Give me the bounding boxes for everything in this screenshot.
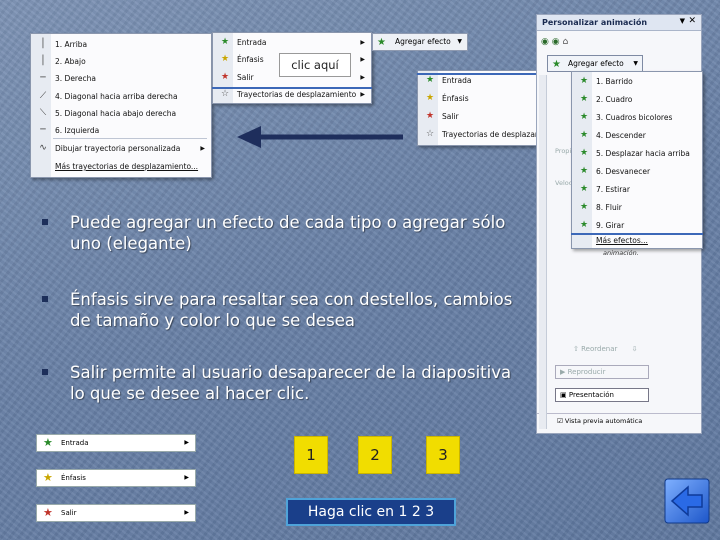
forward-icon[interactable]: ◉ <box>552 37 560 47</box>
motion-path-menu: │ 1. Arriba │ 2. Abajo ─ 3. Derecha ⟋ 4. Dia… <box>30 33 212 178</box>
exit-star-icon: ★ <box>425 111 435 121</box>
pane-divider <box>537 413 701 414</box>
path-star-icon: ☆ <box>425 129 435 139</box>
green-star-icon: ★ <box>579 148 589 158</box>
slideshow-button[interactable]: ▣ Presentación <box>555 388 649 402</box>
arrow-down-icon[interactable]: ⇩ <box>632 345 638 353</box>
submenu-arrow-icon: ▶ <box>200 145 205 152</box>
submenu-arrow-icon: ▶ <box>184 474 189 481</box>
arrow-up-icon[interactable]: ⇧ <box>573 345 579 353</box>
add-effect-dropdown-top[interactable]: ★ Agregar efecto ▼ <box>372 33 468 51</box>
line-horizontal-icon: ─ <box>40 73 46 83</box>
play-label: Reproducir <box>567 368 606 376</box>
add-effect-icon: ★ <box>377 37 386 48</box>
mini-row-emphasis[interactable]: ★ Énfasis ▶ <box>36 469 196 487</box>
play-button[interactable]: ▶ Reproducir <box>555 365 649 379</box>
mini-row-label: Énfasis <box>61 474 86 482</box>
reorder-label: Reordenar <box>581 345 618 353</box>
freeform-path-icon: ∿ <box>39 143 47 153</box>
slideshow-icon: ▣ <box>560 391 567 399</box>
emphasis-star-icon: ★ <box>43 471 53 484</box>
step-button-3[interactable]: 3 <box>426 436 460 474</box>
reorder-control[interactable]: ⇧ Reordenar ⇩ <box>573 345 665 353</box>
green-star-icon: ★ <box>579 202 589 212</box>
green-star-icon: ★ <box>579 220 589 230</box>
line-diagonal-icon: ⟍ <box>39 108 47 118</box>
green-star-icon: ★ <box>579 112 589 122</box>
emphasis-star-icon: ★ <box>220 54 230 64</box>
mini-row-exit[interactable]: ★ Salir ▶ <box>36 504 196 522</box>
mini-row-entrance[interactable]: ★ Entrada ▶ <box>36 434 196 452</box>
entrance-star-icon: ★ <box>43 436 53 449</box>
line-horizontal-icon: ─ <box>40 125 46 135</box>
entrance-star-icon: ★ <box>220 37 230 47</box>
pane-scrollbar[interactable] <box>539 75 547 429</box>
entrance-effects-submenu: ★ 1. Barrido ★ 2. Cuadro ★ 3. Cuadros bicol… <box>571 71 703 249</box>
back-icon[interactable]: ◉ <box>541 37 549 47</box>
checkbox-icon[interactable]: ☑ <box>557 417 563 425</box>
play-icon: ▶ <box>560 368 566 376</box>
auto-preview-checkbox[interactable]: ☑ Vista previa automática <box>557 417 642 425</box>
step-button-1[interactable]: 1 <box>294 436 328 474</box>
click-here-overlay: clic aquí <box>279 53 351 77</box>
submenu-arrow-icon: ▶ <box>360 74 365 81</box>
green-star-icon: ★ <box>579 94 589 104</box>
submenu-arrow-icon: ▶ <box>184 509 189 516</box>
exit-star-icon: ★ <box>220 72 230 82</box>
slideshow-label: Presentación <box>568 391 614 399</box>
effect-type-menu: ★ Entrada ▶ ★ Énfasis ▶ ★ Salir ▶ ☆ Trayectoria… <box>212 32 372 104</box>
green-star-icon: ★ <box>579 166 589 176</box>
bullet-text-1: Puede agregar un efecto de cada tipo o a… <box>70 213 506 253</box>
add-effect-button[interactable]: ★ Agregar efecto ▼ <box>547 55 643 72</box>
bullet-marker <box>42 369 48 375</box>
pane-title: Personalizar animación <box>537 15 701 31</box>
close-icon[interactable]: ✕ <box>688 16 696 26</box>
green-star-icon: ★ <box>579 130 589 140</box>
bullet-text-3: Salir permite al usuario desaparecer de … <box>70 363 512 403</box>
line-diagonal-icon: ⟋ <box>39 91 47 101</box>
step-button-2[interactable]: 2 <box>358 436 392 474</box>
submenu-arrow-icon: ▶ <box>360 56 365 63</box>
arrow-left-icon <box>237 126 403 148</box>
bullet-text-2: Énfasis sirve para resaltar sea con dest… <box>70 290 513 330</box>
path-star-icon: ☆ <box>220 89 230 99</box>
bullet-marker <box>42 296 48 302</box>
entrance-star-icon: ★ <box>425 75 435 85</box>
emphasis-star-icon: ★ <box>425 93 435 103</box>
auto-preview-label: Vista previa automática <box>564 417 643 425</box>
submenu-arrow-icon: ▶ <box>184 439 189 446</box>
add-effect-icon: ★ <box>552 59 561 70</box>
home-icon[interactable]: ⌂ <box>562 37 568 47</box>
exit-star-icon: ★ <box>43 506 53 519</box>
pane-menu-arrow-icon[interactable]: ▼ <box>680 17 685 25</box>
line-vertical-icon: │ <box>40 56 46 66</box>
pane-nav-bar: ◉ ◉ ⌂ <box>541 35 697 49</box>
mini-row-label: Entrada <box>61 439 89 447</box>
nav-back-button[interactable] <box>664 478 710 524</box>
green-star-icon: ★ <box>579 184 589 194</box>
bullet-marker <box>42 219 48 225</box>
green-star-icon: ★ <box>579 76 589 86</box>
pane-hint-text: animación. <box>603 249 639 257</box>
click-caption: Haga clic en 1 2 3 <box>286 498 456 526</box>
mini-row-label: Salir <box>61 509 77 517</box>
dropdown-arrow-icon: ▼ <box>457 38 462 45</box>
dropdown-arrow-icon: ▼ <box>633 60 638 67</box>
add-effect-label: Agregar efecto <box>568 59 624 68</box>
add-effect-label: Agregar efecto <box>395 37 451 46</box>
submenu-arrow-icon: ▶ <box>360 39 365 46</box>
menu-separator <box>53 138 207 139</box>
submenu-arrow-icon: ▶ <box>360 91 365 98</box>
line-vertical-icon: │ <box>40 39 46 49</box>
